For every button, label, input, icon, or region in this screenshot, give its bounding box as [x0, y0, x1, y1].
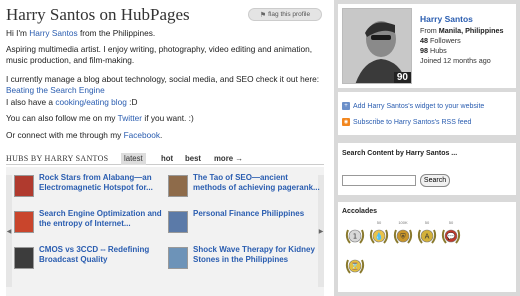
hub-title[interactable]: CMOS vs 3CCD -- Redefining Broadcast Qua… — [39, 245, 167, 265]
accolades-box: Accolades 1 💧 50 ⛨ 100K A 50 💬 50 ⌛ — [338, 202, 516, 292]
wreath-drop-icon[interactable]: 💧 50 — [368, 220, 390, 246]
profile-name-link[interactable]: Harry Santos — [420, 14, 473, 24]
hub-thumbnail — [14, 175, 34, 197]
widget-icon: + — [342, 102, 350, 110]
sidebar: 90 Harry Santos From Manila, Philippines… — [334, 0, 520, 296]
hubber-score-badge: 90 — [393, 72, 411, 83]
hub-item[interactable]: The Tao of SEO—ancient methods of achiev… — [168, 173, 321, 205]
hub-title[interactable]: Search Engine Optimization and the entro… — [39, 209, 167, 229]
tab-latest[interactable]: latest — [121, 153, 146, 165]
hub-item[interactable]: Personal Finance Philippines — [168, 209, 318, 241]
tab-best[interactable]: best — [182, 153, 204, 165]
profile-followers: 48 Followers — [420, 36, 461, 45]
profile-card: 90 Harry Santos From Manila, Philippines… — [338, 4, 516, 88]
wreath-comment-icon[interactable]: 💬 50 — [440, 220, 462, 246]
hub-title[interactable]: Personal Finance Philippines — [193, 209, 321, 219]
avatar[interactable]: 90 — [342, 8, 412, 84]
bio-cooking: I also have a cooking/eating blog :D — [6, 97, 138, 107]
wreath-1-icon[interactable]: 1 — [344, 226, 366, 246]
tab-more[interactable]: more → — [211, 153, 246, 165]
bio-description: Aspiring multimedia artist. I enjoy writ… — [6, 44, 313, 65]
rss-icon: ◉ — [342, 118, 350, 126]
rss-subscribe-link[interactable]: ◉ Subscribe to Harry Santos's RSS feed — [342, 118, 471, 126]
wreath-a-icon[interactable]: A 50 — [416, 220, 438, 246]
hub-thumbnail — [168, 175, 188, 197]
search-heading: Search Content by Harry Santos ... — [342, 150, 458, 157]
author-name-link[interactable]: Harry Santos — [29, 28, 77, 38]
svg-text:⌛: ⌛ — [351, 262, 360, 271]
facebook-link[interactable]: Facebook — [124, 130, 160, 140]
hubs-list: ◀ ▶ Rock Stars from Alabang—an Electroma… — [6, 167, 324, 296]
bio-twitter: You can also follow me on my Twitter if … — [6, 113, 194, 123]
profile-hubs-count: 98 Hubs — [420, 46, 447, 55]
hubs-prev-arrow-icon[interactable]: ◀ — [6, 175, 12, 287]
svg-text:1: 1 — [353, 233, 357, 241]
flag-profile-button[interactable]: ⚑ flag this profile — [248, 8, 322, 21]
hub-thumbnail — [168, 247, 188, 269]
hub-item[interactable]: Rock Stars from Alabang—an Electromagnet… — [14, 173, 164, 205]
hub-thumbnail — [14, 247, 34, 269]
bio-facebook: Or connect with me through my Facebook. — [6, 130, 163, 140]
hub-title[interactable]: Shock Wave Therapy for Kidney Stones in … — [193, 245, 321, 265]
accolade-level: 50 — [376, 220, 382, 225]
hubs-tab-bar: HUBS BY HARRY SANTOS latest hot best mor… — [6, 153, 324, 165]
hub-title[interactable]: Rock Stars from Alabang—an Electromagnet… — [39, 173, 167, 193]
search-input[interactable] — [342, 175, 416, 186]
accolades-heading: Accolades — [342, 208, 378, 215]
wreath-shield-icon[interactable]: ⛨ 100K — [392, 220, 414, 246]
svg-text:💬: 💬 — [447, 232, 456, 241]
search-button[interactable]: Search — [420, 174, 450, 187]
accolade-level: 50 — [424, 220, 430, 225]
widgets-box: + Add Harry Santos's widget to your webs… — [338, 92, 516, 135]
hubs-heading: HUBS BY HARRY SANTOS — [6, 154, 109, 163]
svg-text:⛨: ⛨ — [400, 233, 406, 241]
cooking-blog-link[interactable]: cooking/eating blog — [55, 97, 127, 107]
page-title: Harry Santos on HubPages — [6, 5, 190, 24]
bio-blog: I currently manage a blog about technolo… — [6, 74, 320, 95]
twitter-link[interactable]: Twitter — [118, 113, 142, 123]
hub-thumbnail — [14, 211, 34, 233]
add-widget-link[interactable]: + Add Harry Santos's widget to your webs… — [342, 102, 484, 110]
search-box: Search Content by Harry Santos ... Searc… — [338, 143, 516, 195]
bio-intro: Hi I'm Harry Santos from the Philippines… — [6, 28, 156, 38]
profile-joined: Joined 12 months ago — [420, 56, 491, 65]
accolade-level: 50 — [448, 220, 454, 225]
hub-title[interactable]: The Tao of SEO—ancient methods of achiev… — [193, 173, 321, 193]
flag-icon: ⚑ — [259, 11, 267, 19]
wreath-hourglass-icon[interactable]: ⌛ — [344, 256, 366, 276]
svg-text:💧: 💧 — [375, 232, 384, 241]
accolade-level: 100K — [398, 220, 408, 225]
svg-text:A: A — [425, 233, 430, 241]
main-content: Harry Santos on HubPages ⚑ flag this pro… — [6, 0, 328, 296]
hub-item[interactable]: CMOS vs 3CCD -- Redefining Broadcast Qua… — [14, 245, 164, 277]
profile-location: From Manila, Philippines — [420, 26, 504, 35]
hub-item[interactable]: Shock Wave Therapy for Kidney Stones in … — [168, 245, 318, 277]
flag-profile-label: flag this profile — [268, 11, 311, 18]
hub-thumbnail — [168, 211, 188, 233]
tab-hot[interactable]: hot — [158, 153, 176, 165]
blog-link[interactable]: Beating the Search Engine — [6, 85, 105, 95]
hub-item[interactable]: Search Engine Optimization and the entro… — [14, 209, 164, 241]
